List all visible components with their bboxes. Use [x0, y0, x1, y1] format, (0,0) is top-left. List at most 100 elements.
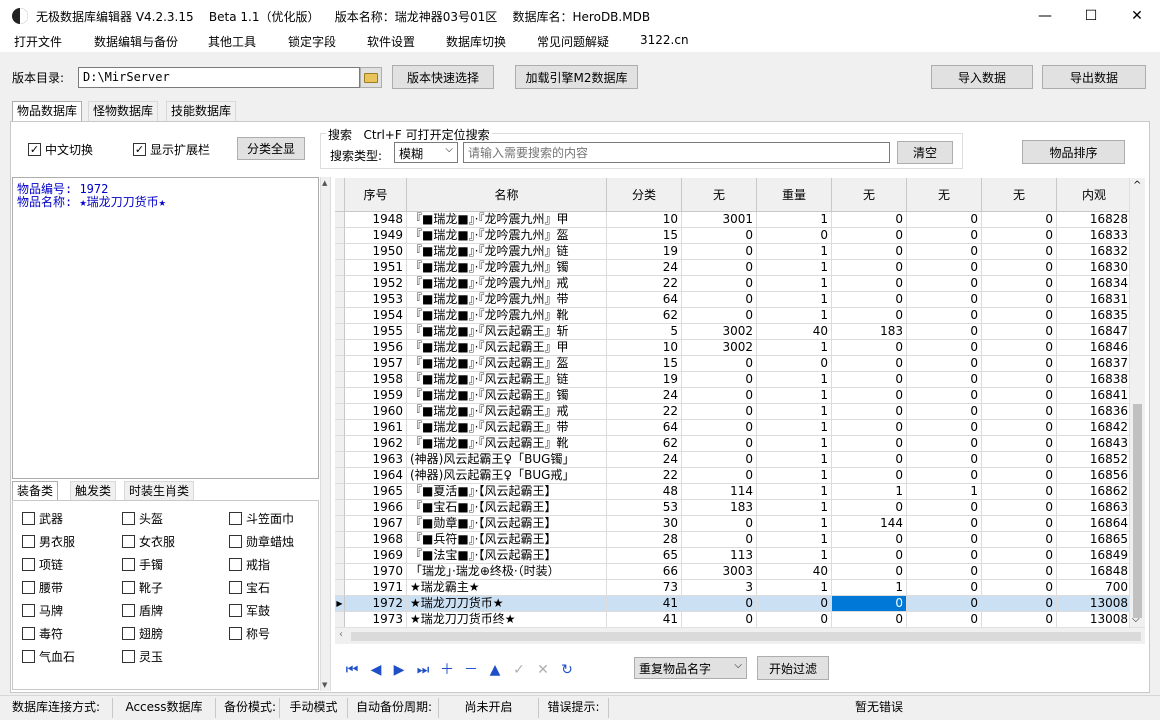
- cell-index[interactable]: 1950: [345, 244, 407, 260]
- cell-none-3[interactable]: 0: [907, 612, 982, 627]
- cell-none-3[interactable]: 0: [907, 548, 982, 564]
- category-checkbox[interactable]: 靴子: [122, 579, 163, 596]
- cell-index[interactable]: 1949: [345, 228, 407, 244]
- table-row[interactable]: 1953 『■瑞龙■』·『龙吟震九州』带 64 0 1 0 0 0 16831: [335, 292, 1132, 308]
- cell-category[interactable]: 19: [607, 372, 682, 388]
- cell-none-3[interactable]: 0: [907, 500, 982, 516]
- cell-category[interactable]: 41: [607, 612, 682, 627]
- clear-search-button[interactable]: 清空: [897, 141, 953, 164]
- cell-none-2[interactable]: 1: [832, 484, 907, 500]
- table-row[interactable]: 1967 『■勋章■』·【风云起霸王】 30 0 1 144 0 0 16864: [335, 516, 1132, 532]
- cell-weight[interactable]: 1: [757, 388, 832, 404]
- cell-index[interactable]: 1958: [345, 372, 407, 388]
- menu-faq[interactable]: 常见问题解疑: [537, 33, 609, 50]
- row-indicator[interactable]: [335, 308, 345, 324]
- category-checkbox[interactable]: 盾牌: [122, 602, 163, 619]
- grid-vertical-scrollbar[interactable]: ^ ⌵: [1129, 178, 1145, 627]
- table-row[interactable]: 1949 『■瑞龙■』·『龙吟震九州』盔 15 0 0 0 0 0 16833: [335, 228, 1132, 244]
- show-ext-checkbox[interactable]: ✓ 显示扩展栏: [133, 141, 210, 158]
- cell-appearance[interactable]: 16862: [1057, 484, 1132, 500]
- cell-category[interactable]: 30: [607, 516, 682, 532]
- cell-category[interactable]: 24: [607, 452, 682, 468]
- cell-none-4[interactable]: 0: [982, 468, 1057, 484]
- cell-index[interactable]: 1957: [345, 356, 407, 372]
- cell-name[interactable]: ★瑞龙霸主★: [407, 580, 607, 596]
- cell-none-3[interactable]: 0: [907, 276, 982, 292]
- cell-none-3[interactable]: 0: [907, 564, 982, 580]
- cell-weight[interactable]: 1: [757, 276, 832, 292]
- cell-none-4[interactable]: 0: [982, 308, 1057, 324]
- cell-index[interactable]: 1964: [345, 468, 407, 484]
- cell-weight[interactable]: 1: [757, 420, 832, 436]
- cell-none-1[interactable]: 0: [682, 292, 757, 308]
- cell-appearance[interactable]: 16841: [1057, 388, 1132, 404]
- cell-none-1[interactable]: 0: [682, 596, 757, 612]
- cell-weight[interactable]: 40: [757, 324, 832, 340]
- cell-weight[interactable]: 1: [757, 516, 832, 532]
- cell-none-3[interactable]: 0: [907, 404, 982, 420]
- table-row[interactable]: 1963 (神器)风云起霸王♀「BUG镯」 24 0 1 0 0 0 16852: [335, 452, 1132, 468]
- chevron-left-icon[interactable]: ‹: [339, 629, 343, 640]
- cancel-record-icon[interactable]: ✕: [535, 662, 551, 678]
- tab-items-db[interactable]: 物品数据库: [12, 101, 83, 121]
- version-dir-input[interactable]: D:\MirServer: [78, 67, 360, 88]
- cell-none-4[interactable]: 0: [982, 516, 1057, 532]
- cell-name[interactable]: 『■兵符■』·【风云起霸王】: [407, 532, 607, 548]
- cell-index[interactable]: 1962: [345, 436, 407, 452]
- tab-triggers[interactable]: 触发类: [70, 481, 117, 501]
- cell-none-1[interactable]: 3002: [682, 340, 757, 356]
- tab-equipment[interactable]: 装备类: [12, 481, 59, 501]
- cell-name[interactable]: 『■瑞龙■』·『龙吟震九州』甲: [407, 212, 607, 228]
- menu-settings[interactable]: 软件设置: [367, 33, 415, 50]
- row-indicator[interactable]: [335, 276, 345, 292]
- cell-none-1[interactable]: 0: [682, 516, 757, 532]
- cell-name[interactable]: 『■瑞龙■』·『龙吟震九州』靴: [407, 308, 607, 324]
- cell-none-4[interactable]: 0: [982, 596, 1057, 612]
- cell-name[interactable]: 『■瑞龙■』·『风云起霸王』靴: [407, 436, 607, 452]
- cell-none-4[interactable]: 0: [982, 276, 1057, 292]
- cell-none-4[interactable]: 0: [982, 244, 1057, 260]
- row-indicator[interactable]: [335, 612, 345, 627]
- cell-category[interactable]: 53: [607, 500, 682, 516]
- cell-none-2[interactable]: 0: [832, 596, 907, 612]
- cell-category[interactable]: 73: [607, 580, 682, 596]
- cell-none-1[interactable]: 0: [682, 276, 757, 292]
- cell-name[interactable]: 『■瑞龙■』·『龙吟震九州』镯: [407, 260, 607, 276]
- item-sort-button[interactable]: 物品排序: [1022, 140, 1125, 164]
- cell-none-1[interactable]: 0: [682, 436, 757, 452]
- category-checkbox[interactable]: 灵玉: [122, 648, 163, 665]
- cell-none-2[interactable]: 0: [832, 372, 907, 388]
- import-button[interactable]: 导入数据: [931, 65, 1033, 89]
- row-indicator[interactable]: [335, 372, 345, 388]
- category-checkbox[interactable]: 男衣服: [22, 533, 75, 550]
- table-row[interactable]: 1961 『■瑞龙■』·『风云起霸王』带 64 0 1 0 0 0 16842: [335, 420, 1132, 436]
- cell-none-2[interactable]: 0: [832, 244, 907, 260]
- cell-index[interactable]: 1970: [345, 564, 407, 580]
- cell-none-2[interactable]: 0: [832, 276, 907, 292]
- cell-none-1[interactable]: 0: [682, 612, 757, 627]
- scrollbar-thumb[interactable]: [1133, 404, 1142, 618]
- cell-name[interactable]: 『■瑞龙■』·『龙吟震九州』链: [407, 244, 607, 260]
- cell-none-2[interactable]: 1: [832, 580, 907, 596]
- cell-category[interactable]: 15: [607, 356, 682, 372]
- cell-index[interactable]: 1952: [345, 276, 407, 292]
- table-row[interactable]: 1960 『■瑞龙■』·『风云起霸王』戒 22 0 1 0 0 0 16836: [335, 404, 1132, 420]
- cell-none-3[interactable]: 0: [907, 516, 982, 532]
- cell-index[interactable]: 1960: [345, 404, 407, 420]
- cell-none-2[interactable]: 0: [832, 420, 907, 436]
- folder-browse-button[interactable]: [360, 67, 382, 88]
- cell-none-1[interactable]: 0: [682, 244, 757, 260]
- cell-none-3[interactable]: 0: [907, 340, 982, 356]
- col-header-none-1[interactable]: 无: [682, 178, 757, 212]
- col-header-none-4[interactable]: 无: [982, 178, 1057, 212]
- cell-index[interactable]: 1963: [345, 452, 407, 468]
- close-button[interactable]: ✕: [1114, 0, 1160, 32]
- cell-none-3[interactable]: 1: [907, 484, 982, 500]
- cell-none-2[interactable]: 0: [832, 436, 907, 452]
- cell-weight[interactable]: 1: [757, 532, 832, 548]
- start-filter-button[interactable]: 开始过滤: [757, 656, 829, 680]
- cell-name[interactable]: 『■瑞龙■』·『风云起霸王』带: [407, 420, 607, 436]
- cell-none-4[interactable]: 0: [982, 324, 1057, 340]
- cell-index[interactable]: 1961: [345, 420, 407, 436]
- cell-appearance[interactable]: 16837: [1057, 356, 1132, 372]
